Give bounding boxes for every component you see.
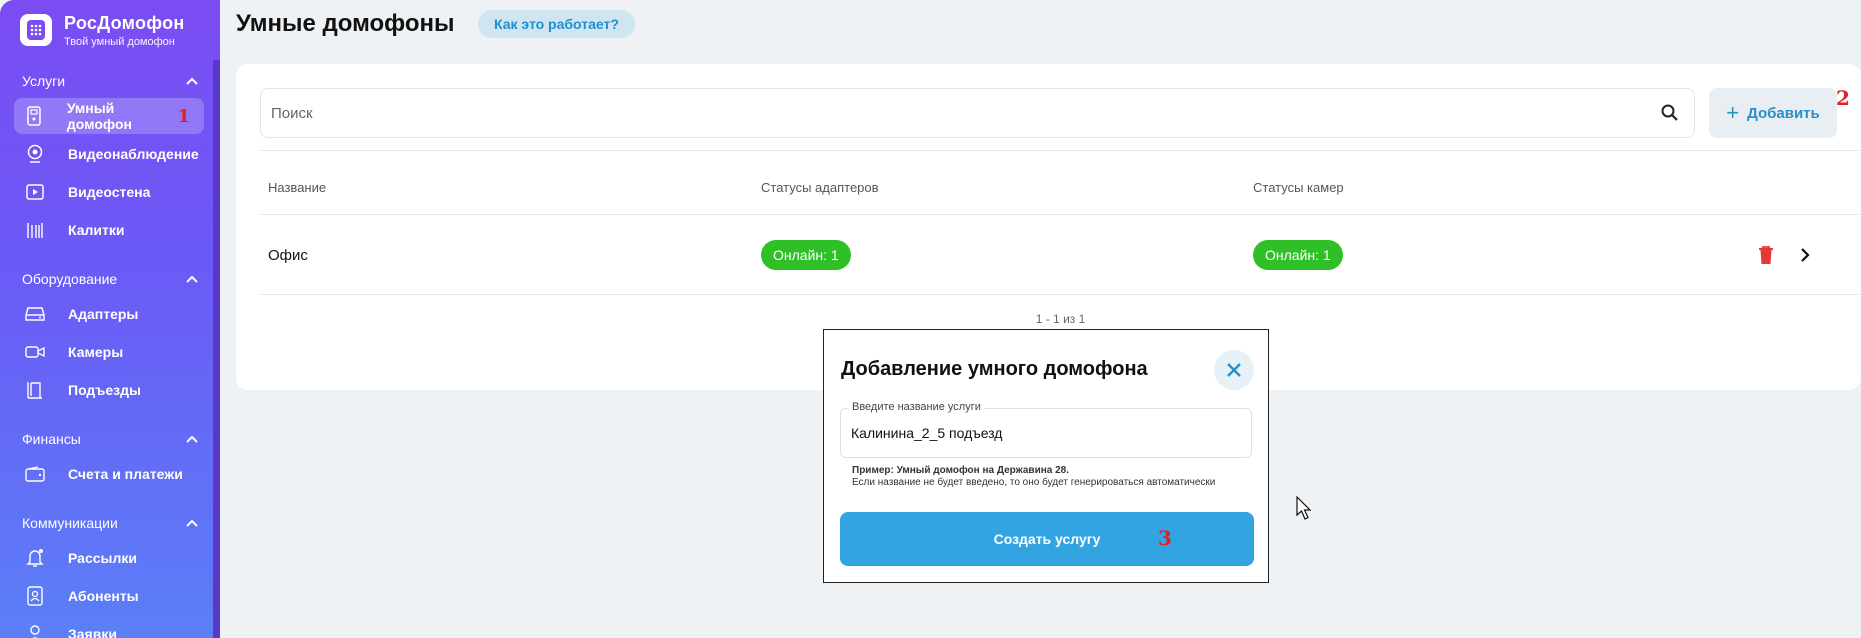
chevron-up-icon bbox=[186, 272, 198, 286]
search-field[interactable]: Поиск bbox=[260, 88, 1695, 138]
sidebar-item-label: Адаптеры bbox=[68, 306, 139, 322]
brand-name: РосДомофон bbox=[64, 12, 185, 33]
column-header-adapters: Статусы адаптеров bbox=[761, 180, 879, 195]
user-icon bbox=[24, 623, 46, 638]
column-header-cameras: Статусы камер bbox=[1253, 180, 1344, 195]
search-icon[interactable] bbox=[1660, 103, 1680, 123]
service-name-field[interactable]: Введите название услуги bbox=[840, 401, 1252, 458]
trash-icon[interactable] bbox=[1757, 245, 1775, 265]
camera-icon bbox=[24, 341, 46, 363]
column-header-name: Название bbox=[268, 180, 327, 195]
sidebar-item-label: Камеры bbox=[68, 344, 124, 360]
sidebar-item-label: Подъезды bbox=[68, 382, 141, 398]
sidebar-item-video-surveillance[interactable]: Видеонаблюдение bbox=[14, 136, 204, 172]
sidebar-item-entrances[interactable]: Подъезды bbox=[14, 372, 204, 408]
divider bbox=[260, 150, 1861, 151]
sidebar-nav: Услуги Умный домофон 1 Видеонаблюдение В… bbox=[0, 62, 212, 638]
sidebar-item-cameras[interactable]: Камеры bbox=[14, 334, 204, 370]
section-title: Услуги bbox=[22, 73, 66, 89]
annotation-marker-1: 1 bbox=[177, 105, 190, 127]
close-icon bbox=[1227, 363, 1241, 377]
video-wall-icon bbox=[24, 181, 46, 203]
camera-status-badge: Онлайн: 1 bbox=[1253, 240, 1343, 270]
divider bbox=[260, 214, 1861, 215]
page-title: Умные домофоны bbox=[236, 10, 455, 37]
sidebar-item-label: Видеостена bbox=[68, 184, 151, 200]
section-title: Оборудование bbox=[22, 271, 118, 287]
mouse-cursor-icon bbox=[1296, 496, 1312, 520]
intercom-icon bbox=[24, 105, 45, 127]
contacts-icon bbox=[24, 585, 46, 607]
how-it-works-button[interactable]: Как это работает? bbox=[478, 10, 635, 38]
bell-icon bbox=[24, 547, 46, 569]
chevron-up-icon bbox=[186, 74, 198, 88]
sidebar-item-label: Рассылки bbox=[68, 550, 137, 566]
pagination-info: 1 - 1 из 1 bbox=[1035, 312, 1086, 326]
annotation-marker-2: 2 bbox=[1836, 86, 1850, 110]
chevron-right-icon[interactable] bbox=[1797, 246, 1813, 264]
add-button-label: Добавить bbox=[1747, 104, 1820, 122]
sidebar-item-smart-intercom[interactable]: Умный домофон 1 bbox=[14, 98, 204, 134]
door-icon bbox=[24, 379, 46, 401]
sidebar-item-requests[interactable]: Заявки bbox=[14, 616, 204, 638]
annotation-marker-3: 3 bbox=[1158, 526, 1172, 550]
adapter-status-badge: Онлайн: 1 bbox=[761, 240, 851, 270]
sidebar-item-mailings[interactable]: Рассылки bbox=[14, 540, 204, 576]
create-service-label: Создать услугу bbox=[993, 531, 1101, 547]
field-label: Введите название услуги bbox=[849, 401, 984, 413]
chevron-up-icon bbox=[186, 432, 198, 446]
search-input[interactable]: Поиск bbox=[271, 105, 313, 122]
sidebar-item-video-wall[interactable]: Видеостена bbox=[14, 174, 204, 210]
service-name-input[interactable] bbox=[851, 425, 1241, 441]
section-finance[interactable]: Финансы bbox=[0, 424, 212, 454]
sidebar-item-label: Счета и платежи bbox=[68, 466, 183, 482]
brand-subtitle: Твой умный домофон bbox=[64, 35, 175, 48]
sidebar: РосДомофон Твой умный домофон Услуги Умн… bbox=[0, 0, 220, 638]
sidebar-item-label: Калитки bbox=[68, 222, 125, 238]
brand[interactable]: РосДомофон Твой умный домофон bbox=[0, 0, 220, 60]
wallet-icon bbox=[24, 463, 46, 485]
sidebar-scrollbar[interactable] bbox=[213, 60, 220, 638]
create-service-button[interactable]: Создать услугу bbox=[840, 512, 1254, 566]
sidebar-item-bills[interactable]: Счета и платежи bbox=[14, 456, 204, 492]
field-hint: Пример: Умный домофон на Державина 28. Е… bbox=[852, 465, 1215, 489]
sidebar-item-gates[interactable]: Калитки bbox=[14, 212, 204, 248]
hint-text: Если название не будет введено, то оно б… bbox=[852, 477, 1216, 488]
modal-title: Добавление умного домофона bbox=[841, 358, 1148, 380]
sidebar-item-label: Видеонаблюдение bbox=[68, 146, 199, 162]
sidebar-item-label: Умный домофон bbox=[66, 100, 132, 132]
chevron-up-icon bbox=[186, 516, 198, 530]
row-name: Офис bbox=[268, 247, 308, 264]
section-equipment[interactable]: Оборудование bbox=[0, 264, 212, 294]
hint-example: Пример: Умный домофон на Державина 28. bbox=[852, 465, 1070, 476]
sidebar-item-label: Абоненты bbox=[68, 588, 139, 604]
gate-icon bbox=[24, 219, 46, 241]
add-intercom-modal: Добавление умного домофона Введите назва… bbox=[823, 329, 1269, 583]
sidebar-item-adapters[interactable]: Адаптеры bbox=[14, 296, 204, 332]
add-button[interactable]: + Добавить bbox=[1709, 88, 1837, 138]
divider bbox=[260, 294, 1861, 295]
section-title: Коммуникации bbox=[22, 515, 118, 531]
logo-icon bbox=[20, 14, 52, 46]
webcam-icon bbox=[24, 143, 46, 165]
plus-icon: + bbox=[1726, 100, 1740, 125]
section-title: Финансы bbox=[22, 431, 81, 447]
section-services[interactable]: Услуги bbox=[0, 66, 212, 96]
sidebar-item-label: Заявки bbox=[68, 626, 117, 638]
section-communications[interactable]: Коммуникации bbox=[0, 508, 212, 538]
sidebar-item-subscribers[interactable]: Абоненты bbox=[14, 578, 204, 614]
close-button[interactable] bbox=[1214, 350, 1254, 390]
adapter-icon bbox=[24, 303, 46, 325]
